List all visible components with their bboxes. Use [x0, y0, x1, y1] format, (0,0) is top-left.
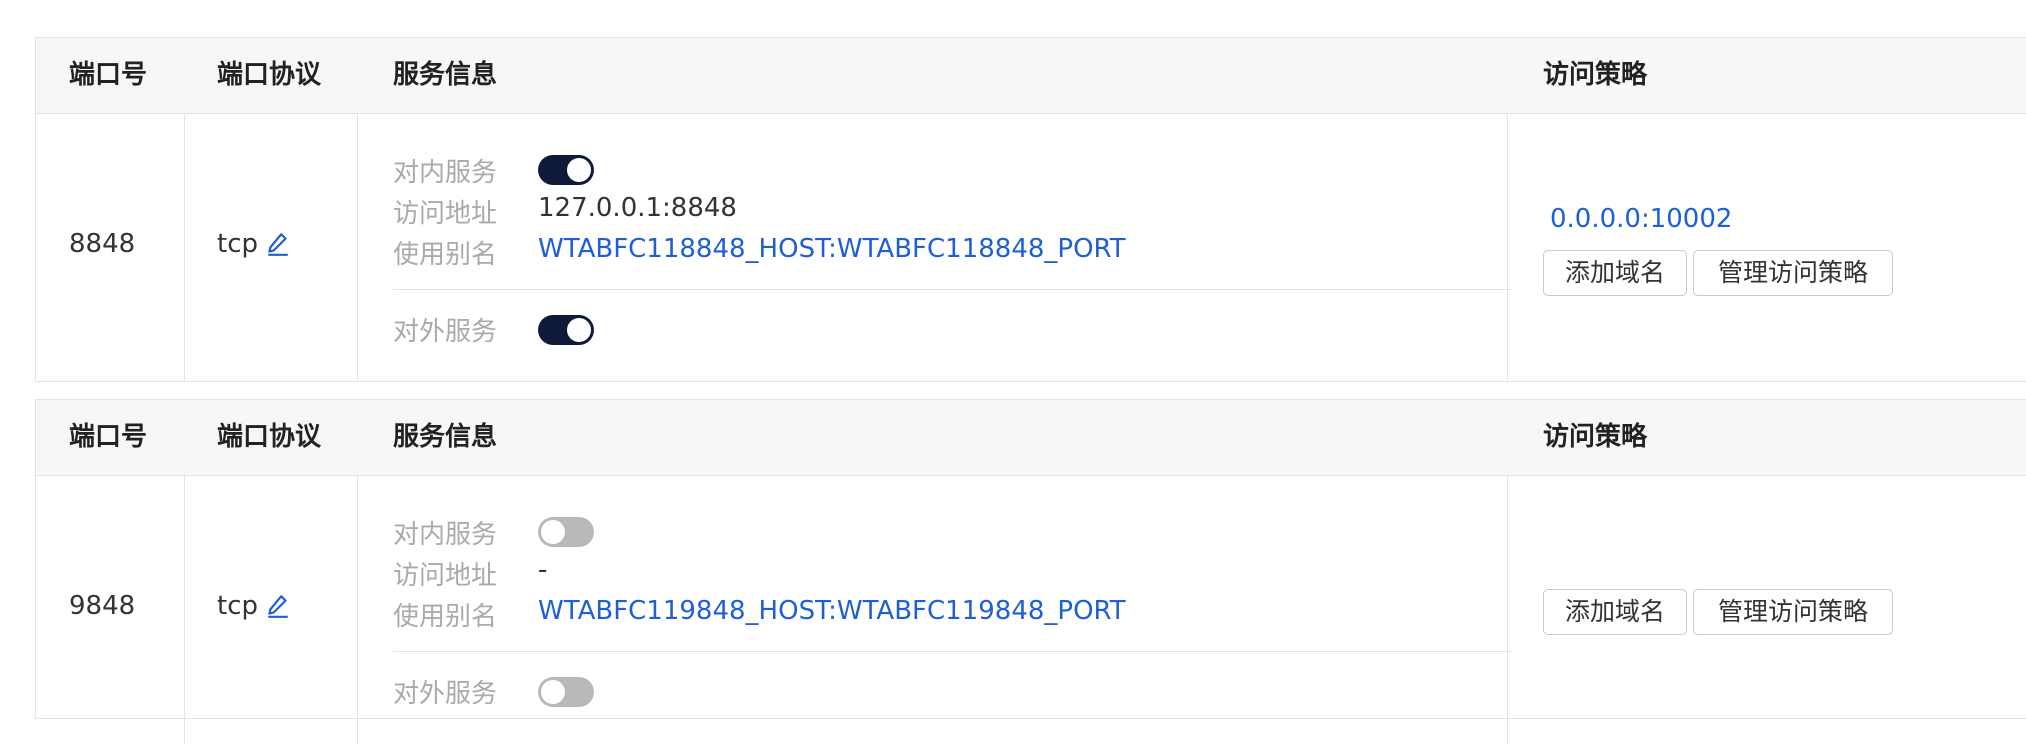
header-port: 端口号	[69, 60, 148, 90]
header-service-info: 服务信息	[393, 60, 498, 90]
toggle-knob	[567, 158, 591, 182]
header-protocol: 端口协议	[217, 422, 322, 452]
table-header: 端口号 端口协议 服务信息 访问策略	[36, 400, 2026, 476]
toggle-knob	[541, 520, 565, 544]
edit-pencil-icon[interactable]	[265, 593, 291, 619]
column-divider	[1507, 114, 1508, 382]
alias-link[interactable]: WTABFC118848_HOST:WTABFC118848_PORT	[538, 234, 1126, 264]
service-divider	[393, 289, 1513, 290]
header-protocol: 端口协议	[217, 60, 322, 90]
external-service-label: 对外服务	[393, 317, 498, 347]
port-number: 8848	[69, 229, 136, 259]
access-address-label: 访问地址	[393, 199, 498, 229]
column-divider	[357, 114, 358, 382]
port-table: 端口号 端口协议 服务信息 访问策略 8848 tcp 对内服务 访问地址 12…	[35, 37, 2026, 382]
table-row: 8848 tcp 对内服务 访问地址 127.0.0.1:8848 使用别名 W…	[36, 114, 2026, 382]
internal-service-label: 对内服务	[393, 158, 498, 188]
port-number: 9848	[69, 591, 136, 621]
access-address-label: 访问地址	[393, 561, 498, 591]
external-service-toggle[interactable]	[538, 677, 594, 707]
toggle-knob	[567, 318, 591, 342]
alias-label: 使用别名	[393, 602, 498, 632]
column-divider	[184, 114, 185, 382]
add-domain-button[interactable]: 添加域名	[1543, 589, 1687, 635]
external-service-label: 对外服务	[393, 679, 498, 709]
internal-service-label: 对内服务	[393, 520, 498, 550]
manage-access-policy-button[interactable]: 管理访问策略	[1693, 589, 1893, 635]
port-protocol: tcp	[217, 591, 258, 621]
internal-service-toggle[interactable]	[538, 155, 594, 185]
add-domain-button[interactable]: 添加域名	[1543, 250, 1687, 296]
table-header: 端口号 端口协议 服务信息 访问策略	[36, 38, 2026, 114]
manage-access-policy-button[interactable]: 管理访问策略	[1693, 250, 1893, 296]
access-address-value: -	[538, 555, 548, 585]
header-access-policy: 访问策略	[1543, 60, 1648, 90]
policy-address-link[interactable]: 0.0.0.0:10002	[1550, 204, 1732, 234]
internal-service-toggle[interactable]	[538, 517, 594, 547]
service-divider	[393, 651, 1513, 652]
port-table: 端口号 端口协议 服务信息 访问策略 9848 tcp 对内服务 访问地址 - …	[35, 399, 2026, 744]
external-service-toggle[interactable]	[538, 315, 594, 345]
header-port: 端口号	[69, 422, 148, 452]
access-address-value: 127.0.0.1:8848	[538, 193, 737, 223]
header-service-info: 服务信息	[393, 422, 498, 452]
header-access-policy: 访问策略	[1543, 422, 1648, 452]
edit-pencil-icon[interactable]	[265, 231, 291, 257]
alias-link[interactable]: WTABFC119848_HOST:WTABFC119848_PORT	[538, 596, 1126, 626]
toggle-knob	[541, 680, 565, 704]
port-protocol: tcp	[217, 229, 258, 259]
alias-label: 使用别名	[393, 240, 498, 270]
